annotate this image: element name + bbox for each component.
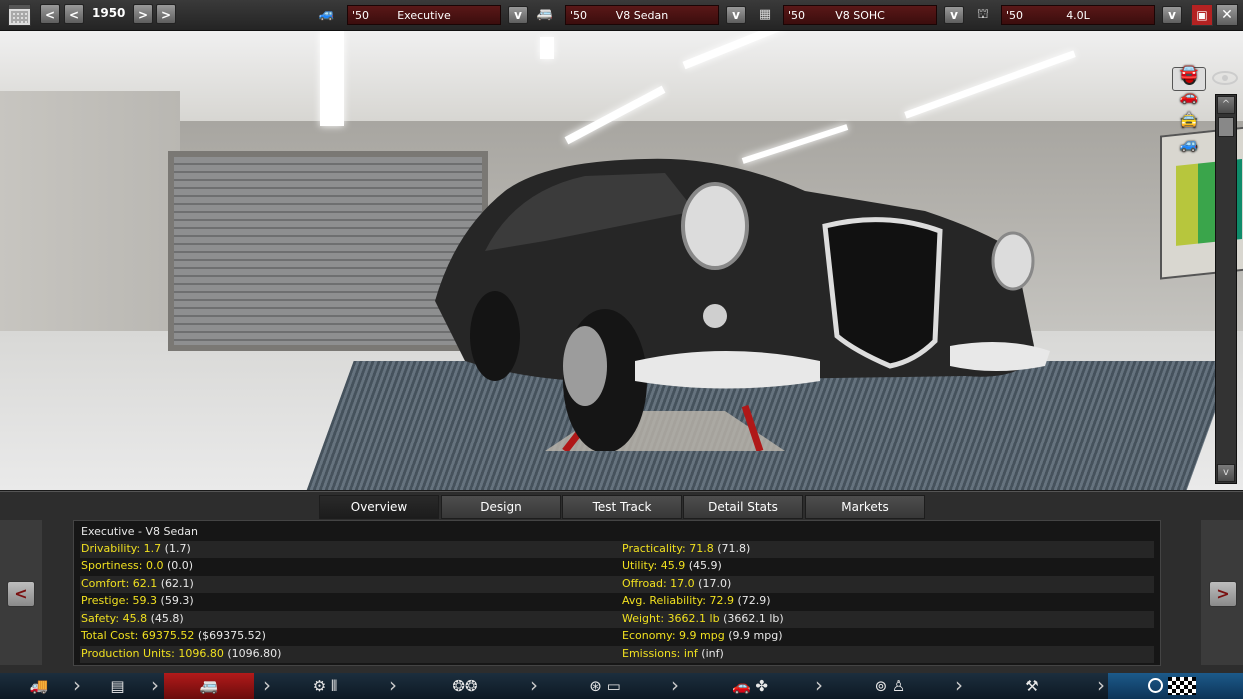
trim-dropdown-button[interactable]: v [726, 6, 746, 24]
checkered-flag-icon [1168, 677, 1196, 695]
chevron-right-icon: › [815, 673, 823, 697]
zoom-scrollbar[interactable]: ^ v [1215, 94, 1237, 484]
year-forward-10-button[interactable]: > [156, 4, 176, 24]
engine-family-name: V8 SOHC [835, 9, 885, 22]
ceiling-light [320, 31, 344, 126]
view-front-icon[interactable]: 🚘 [1172, 61, 1206, 83]
trim-name: V8 Sedan [615, 9, 669, 22]
interior-stage-icon[interactable]: ⊚ ♙ [860, 673, 920, 699]
engine-stage-icon[interactable]: ⚙ ⫴ [295, 673, 355, 699]
stat-emissions: Emissions: inf (inf) [622, 647, 724, 660]
calendar-icon[interactable] [8, 4, 31, 26]
stat-production-units: Production Units: 1096.80 (1096.80) [81, 647, 282, 660]
overview-stats: Executive - V8 Sedan Drivability: 1.7 (1… [73, 520, 1161, 666]
suspension-stage-icon[interactable]: ⚒ [1012, 673, 1052, 699]
engine-variant-dropdown-button[interactable]: v [1162, 6, 1182, 24]
year-back-button[interactable]: < [64, 4, 84, 24]
stat-drivability: Drivability: 1.7 (1.7) [81, 542, 191, 555]
engine-variant-selector[interactable]: '50 4.0L [1001, 5, 1155, 25]
trim-selector[interactable]: '50 V8 Sedan [565, 5, 719, 25]
model-selector[interactable]: '50 Executive [347, 5, 501, 25]
engine-variant-name: 4.0L [1066, 9, 1090, 22]
chevron-right-icon: › [530, 673, 538, 697]
scroll-down-icon[interactable]: v [1217, 464, 1235, 482]
stat-sportiness: Sportiness: 0.0 (0.0) [81, 559, 194, 572]
close-icon[interactable]: ✕ [1216, 4, 1238, 26]
view-rear-icon[interactable]: 🚖 [1172, 109, 1206, 131]
stat-total-cost: Total Cost: 69375.52 ($69375.52) [81, 629, 266, 642]
stat-economy: Economy: 9.9 mpg (9.9 mpg) [622, 629, 783, 642]
stat-safety: Safety: 45.8 (45.8) [81, 612, 184, 625]
trim-stage-icon[interactable]: 🚐 [164, 673, 254, 699]
stat-comfort: Comfort: 62.1 (62.1) [81, 577, 194, 590]
previous-button[interactable]: < [7, 581, 35, 607]
model-name: Executive [397, 9, 451, 22]
tab-design[interactable]: Design [441, 495, 561, 519]
car-model-icon: 🚙 [318, 7, 336, 22]
stat-practicality: Practicality: 71.8 (71.8) [622, 542, 751, 555]
top-toolbar: < < 1950 > > 🚙 '50 Executive v 🚐 '50 V8 … [0, 0, 1243, 31]
chevron-right-icon: › [955, 673, 963, 697]
chassis-stage-icon[interactable]: 🚚 [14, 673, 64, 699]
car-model [435, 158, 1050, 451]
info-panel: Overview Design Test Track Detail Stats … [0, 491, 1243, 674]
tab-test-track[interactable]: Test Track [562, 495, 682, 519]
tab-detail-stats[interactable]: Detail Stats [683, 495, 803, 519]
chevron-right-icon: › [671, 673, 679, 697]
aero-stage-icon[interactable]: 🚗 ✤ [700, 673, 800, 699]
car-title: Executive - V8 Sedan [81, 525, 198, 538]
engine-family-dropdown-button[interactable]: v [944, 6, 964, 24]
car-trim-icon: 🚐 [536, 7, 554, 22]
stat-prestige: Prestige: 59.3 (59.3) [81, 594, 194, 607]
chevron-right-icon: › [151, 673, 159, 697]
design-stage-nav: 🚚 › ▤ › 🚐 › ⚙ ⫴ › ❂❂ › ⊛ ▭ › 🚗 ✤ › ⊚ ♙ ›… [0, 673, 1243, 699]
view-angle-icon[interactable]: 🚙 [1172, 133, 1206, 155]
tab-overview[interactable]: Overview [319, 495, 439, 519]
engine-family-selector[interactable]: '50 V8 SOHC [783, 5, 937, 25]
right-side-panel: > [1201, 520, 1243, 665]
wheels-stage-icon[interactable]: ❂❂ [435, 673, 495, 699]
left-side-panel: < [0, 520, 42, 665]
ceiling-light [540, 37, 554, 59]
year-label: 1950 [92, 6, 126, 20]
chevron-right-icon: › [389, 673, 397, 697]
model-dropdown-button[interactable]: v [508, 6, 528, 24]
visibility-eye-icon[interactable] [1212, 71, 1238, 85]
chevron-right-icon: › [263, 673, 271, 697]
year-forward-button[interactable]: > [133, 4, 153, 24]
engine-variant-icon: ⛫ [977, 7, 989, 22]
stat-offroad: Offroad: 17.0 (17.0) [622, 577, 732, 590]
tab-markets[interactable]: Markets [805, 495, 925, 519]
next-button[interactable]: > [1209, 581, 1237, 607]
scroll-up-icon[interactable]: ^ [1217, 96, 1235, 114]
stat-avg-reliability: Avg. Reliability: 72.9 (72.9) [622, 594, 771, 607]
chevron-right-icon: › [1097, 673, 1105, 697]
year-back-10-button[interactable]: < [40, 4, 60, 24]
view-side-icon[interactable]: 🚗 [1172, 85, 1206, 107]
save-icon[interactable]: ▣ [1191, 4, 1213, 26]
gauge-icon [1148, 678, 1163, 693]
chevron-right-icon: › [73, 673, 81, 697]
scroll-thumb[interactable] [1218, 117, 1234, 137]
brakes-stage-icon[interactable]: ⊛ ▭ [575, 673, 635, 699]
stat-weight: Weight: 3662.1 lb (3662.1 lb) [622, 612, 784, 625]
engine-family-icon: ▦ [758, 7, 772, 22]
body-stage-icon[interactable]: ▤ [90, 673, 145, 699]
stat-utility: Utility: 45.9 (45.9) [622, 559, 722, 572]
car-3d-viewport[interactable]: 🚘 🚗 🚖 🚙 ^ v ⨯ [0, 31, 1243, 490]
